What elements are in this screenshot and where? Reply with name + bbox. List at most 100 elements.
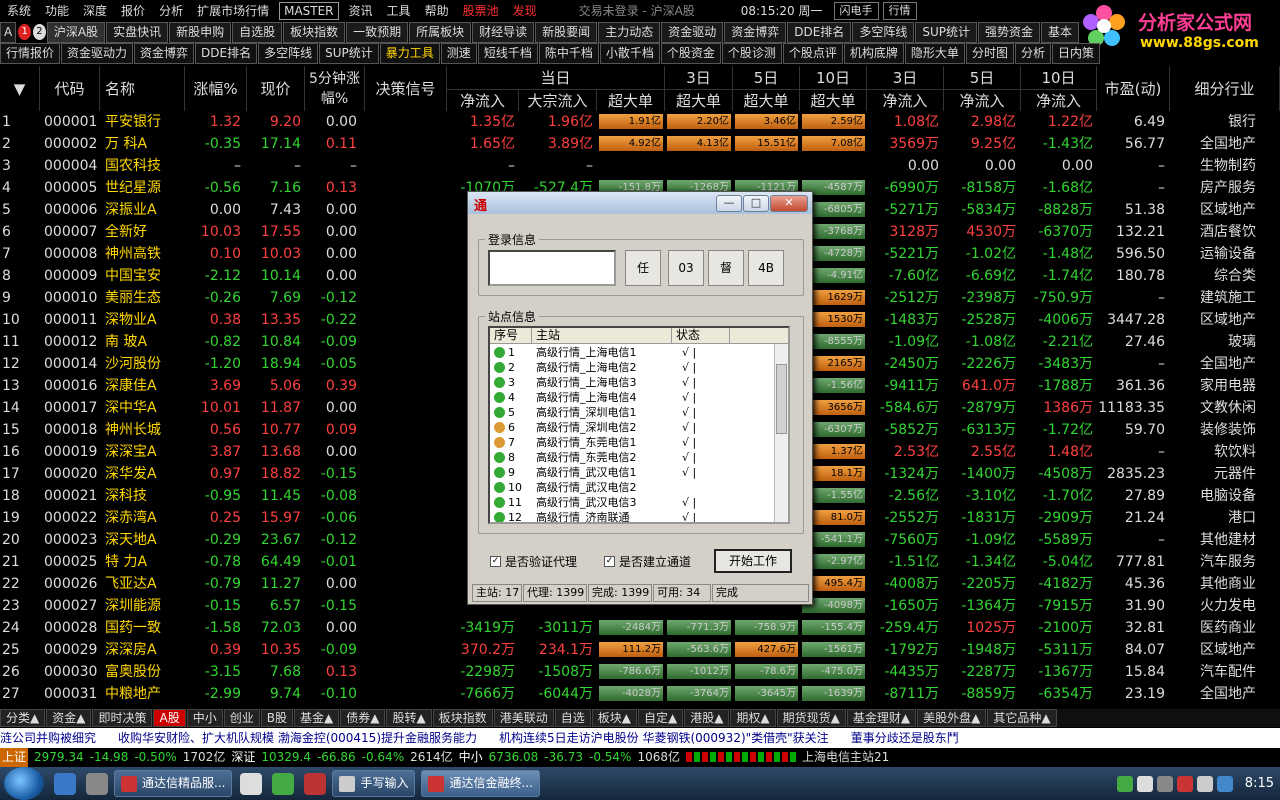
bottom-tab[interactable]: 中小 [186,709,223,727]
header-net-inflow[interactable]: 净流入 [447,89,519,111]
close-button[interactable]: ✕ [770,194,808,212]
table-row[interactable]: 3 000004 国农科技 – – – – – 0.00 0.00 0.00 – 生物制药 [0,155,1280,177]
tab-institution[interactable]: 机构底牌 [843,43,904,64]
site-list-item[interactable]: 11 高级行情_武汉电信3 √ | [490,495,774,510]
tab-ipo[interactable]: 新股申购 [169,22,232,43]
taskbar-handwriting[interactable]: 手写输入 [332,770,416,797]
verify-proxy-checkbox[interactable]: ✓ 是否验证代理 [490,553,577,570]
site-list-item[interactable]: 5 高级行情_深圳电信1 √ | [490,405,774,420]
login-button-1[interactable]: 任 [625,250,661,286]
ticker-item[interactable]: 涟公司并购被细究 [0,731,96,745]
tab-stock-fund[interactable]: 个股资金 [660,43,721,64]
ticker-item[interactable]: 收购华安财险、扩大机队规模 渤海金控(000415)提升金融服务能力 [118,731,477,745]
media-icon[interactable] [86,772,108,795]
table-row[interactable]: 1 000001 平安银行 1.32 9.20 0.00 1.35亿 1.96亿 1.91亿 2.… [0,111,1280,133]
bottom-tab[interactable]: 港美联动 [493,709,554,727]
tab-dde[interactable]: DDE排名 [787,22,852,43]
sort-icon[interactable]: ▼ [0,66,40,111]
tab-circle-1[interactable]: 1 [18,24,32,40]
tab-consensus[interactable]: 一致预期 [346,22,409,43]
tdx-icon[interactable] [304,772,327,795]
menu-news[interactable]: 资讯 [342,0,380,22]
bottom-tab[interactable]: 自定▲ [637,709,684,727]
tab-chen-kdang[interactable]: 陈中千档 [538,43,599,64]
tab-live-news[interactable]: 实盘快讯 [106,22,169,43]
bottom-tab[interactable]: 基金▲ [293,709,340,727]
menu-function[interactable]: 功能 [38,0,76,22]
scrollbar-thumb[interactable] [776,364,787,434]
dialog-titlebar[interactable]: 通 — □ ✕ [468,192,812,214]
header-super-order-10d[interactable]: 超大单 [800,89,867,111]
tab-long-short[interactable]: 多空阵线 [852,22,915,43]
tab-sup[interactable]: SUP统计 [915,22,977,43]
tab-finance-guide[interactable]: 财经导读 [472,22,535,43]
bottom-tab[interactable]: 资金▲ [46,709,92,727]
bottom-tab[interactable]: 分类▲ [0,709,46,727]
tab-intraday[interactable]: 分时图 [965,43,1014,64]
menu-discover[interactable]: 发现 [506,0,544,22]
header-net-5d[interactable]: 净流入 [944,89,1021,111]
bottom-tab[interactable]: B股 [260,709,293,727]
site-list-item[interactable]: 10 高级行情_武汉电信2 [490,480,774,495]
tab-watchlist[interactable]: 自选股 [232,22,283,43]
login-button-3[interactable]: 督 [708,250,744,286]
table-row[interactable]: 25 000029 深深房A 0.39 10.35 -0.09 370.2万 234.1万 11… [0,639,1280,661]
site-list-item[interactable]: 8 高级行情_东莞电信2 √ | [490,450,774,465]
folder-icon[interactable] [240,772,263,795]
bottom-tab[interactable]: 板块指数 [432,709,493,727]
header-signal[interactable]: 决策信号 [365,66,447,111]
tray-app-icon[interactable] [1116,775,1133,792]
tab-diagnosis[interactable]: 个股诊测 [721,43,782,64]
tab-short-kdang[interactable]: 短线千档 [477,43,538,64]
site-list-item[interactable]: 6 高级行情_深圳电信2 √ | [490,420,774,435]
sh-label[interactable]: 上证 [0,748,29,767]
col-header-site[interactable]: 主站 [532,328,672,344]
tab-circle-2[interactable]: 2 [33,24,46,40]
tab-long-short2[interactable]: 多空阵线 [258,43,319,64]
tab-main-force[interactable]: 主力动态 [598,22,661,43]
tab-hushen-a[interactable]: 沪深A股 [46,22,106,43]
header-block-inflow[interactable]: 大宗流入 [519,89,597,111]
tab-hidden-orders[interactable]: 隐形大单 [904,43,965,64]
tray-network-icon[interactable] [1156,775,1173,792]
col-header-state[interactable]: 状态 [672,328,730,344]
header-net-10d[interactable]: 净流入 [1021,89,1097,111]
tab-strong-fund[interactable]: 强势资金 [977,22,1040,43]
minimize-button[interactable]: — [716,194,742,212]
tab-ipo-news[interactable]: 新股要闻 [535,22,598,43]
tab-speed[interactable]: 测速 [440,43,477,64]
start-work-button[interactable]: 开始工作 [714,549,792,573]
menu-help[interactable]: 帮助 [418,0,456,22]
table-row[interactable]: 26 000030 富奥股份 -3.15 7.68 0.13 -2298万 -1508万 -78… [0,661,1280,683]
col-header-no[interactable]: 序号 [490,328,532,344]
tray-flag-icon[interactable] [1216,775,1233,792]
tab-sup2[interactable]: SUP统计 [319,43,379,64]
header-super-order[interactable]: 超大单 [597,89,665,111]
site-list-item[interactable]: 1 高级行情_上海电信1 √ | [490,345,774,360]
table-row[interactable]: 27 000031 中粮地产 -2.99 9.74 -0.10 -7666万 -6044万 -4… [0,683,1280,705]
tray-stop-icon[interactable] [1176,775,1193,792]
menu-quote[interactable]: 报价 [114,0,152,22]
header-net-3d[interactable]: 净流入 [867,89,944,111]
login-info-field[interactable] [488,250,616,286]
tab-analysis[interactable]: 分析 [1014,43,1051,64]
site-list-item[interactable]: 12 高级行情_济南联通 √ | [490,510,774,522]
site-list-scrollbar[interactable] [774,344,788,522]
table-row[interactable]: 2 000002 万 科A -0.35 17.14 0.11 1.65亿 3.89亿 4.92亿… [0,133,1280,155]
bottom-tab[interactable]: 自选 [554,709,591,727]
bottom-tab[interactable]: 港股▲ [684,709,730,727]
login-button-4[interactable]: 4B [748,250,784,286]
bottom-tab[interactable]: 板块▲ [591,709,637,727]
site-list-item[interactable]: 9 高级行情_武汉电信1 √ | [490,465,774,480]
bottom-tab[interactable]: 期货现货▲ [776,709,846,727]
zx-label[interactable]: 中小 [459,748,483,767]
login-button-2[interactable]: 03 [668,250,704,286]
header-industry[interactable]: 细分行业 [1170,66,1280,111]
tab-a[interactable]: A [0,22,17,43]
header-change[interactable]: 涨幅% [185,66,247,111]
tray-volume-icon[interactable] [1196,775,1213,792]
menu-analysis[interactable]: 分析 [152,0,190,22]
header-change-5min[interactable]: 5分钟涨幅% [305,66,365,111]
ticker-item[interactable]: 机构连续5日走访沪电股份 华菱钢铁(000932)"类借壳"获关注 [499,731,829,745]
site-list-item[interactable]: 7 高级行情_东莞电信1 √ | [490,435,774,450]
